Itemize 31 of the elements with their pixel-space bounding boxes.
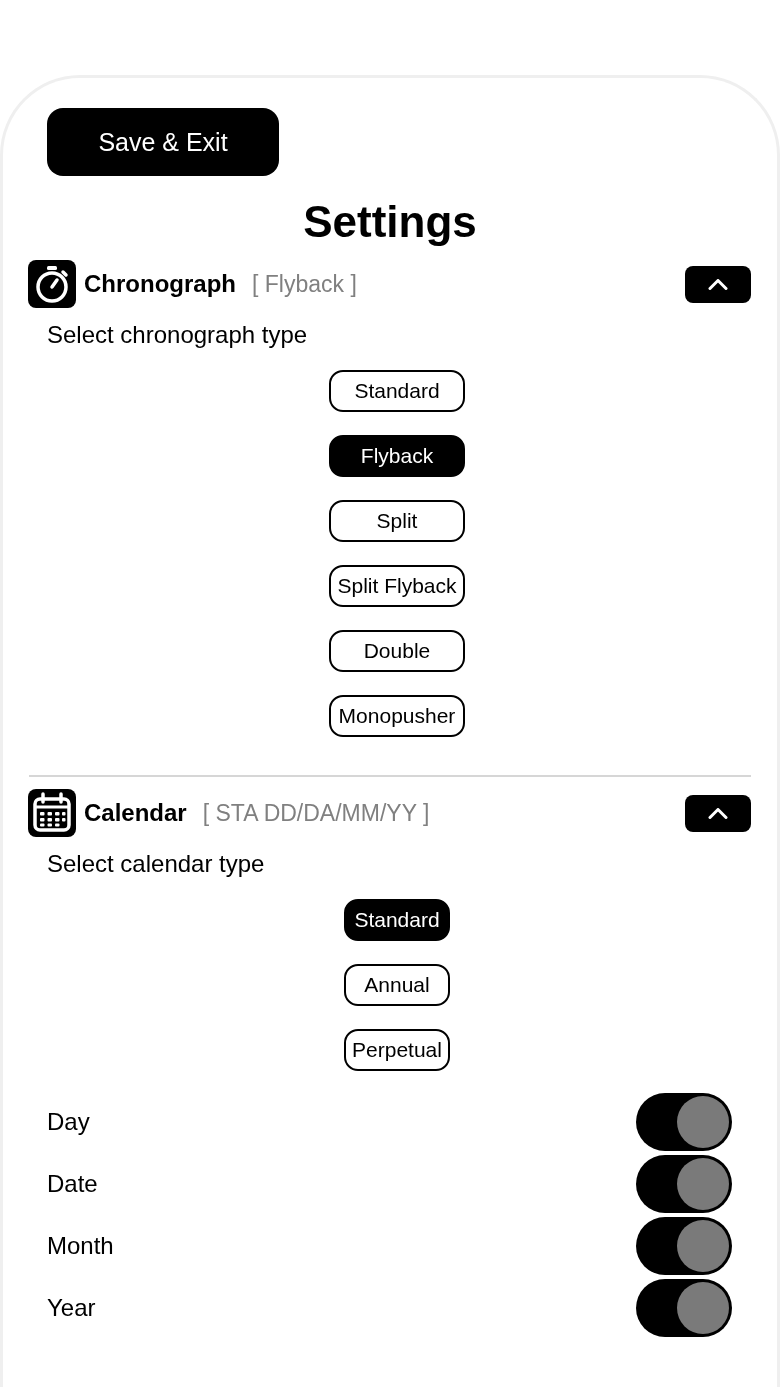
save-button[interactable]: Save & Exit — [47, 108, 279, 176]
page-title: Settings — [302, 196, 478, 248]
toggle-switch[interactable] — [636, 1279, 732, 1337]
chevron-up-icon — [708, 278, 728, 290]
option-button[interactable]: Double — [329, 630, 465, 672]
option-button[interactable]: Standard — [329, 370, 465, 412]
section-prompt: Select calendar type — [47, 849, 266, 879]
section-prompt: Select chronograph type — [47, 320, 309, 350]
toggle-label: Date — [47, 1170, 98, 1198]
chevron-up-icon — [708, 807, 728, 819]
section-summary: [ STA DD/DA/MM/YY ] — [202, 799, 430, 827]
calendar-icon — [28, 789, 76, 837]
toggle-switch[interactable] — [636, 1093, 732, 1151]
collapse-button[interactable] — [685, 794, 751, 832]
toggle-label: Month — [47, 1232, 114, 1260]
option-button[interactable]: Split — [329, 500, 465, 542]
toggle-label: Day — [47, 1108, 90, 1136]
option-button[interactable]: Monopusher — [329, 695, 465, 737]
toggle-switch[interactable] — [636, 1155, 732, 1213]
option-button[interactable]: Perpetual — [344, 1029, 450, 1071]
collapse-button[interactable] — [685, 265, 751, 303]
section-title: Calendar — [84, 799, 187, 827]
option-button[interactable]: Annual — [344, 964, 450, 1006]
section-title: Chronograph — [84, 270, 236, 298]
toggle-switch[interactable] — [636, 1217, 732, 1275]
option-button[interactable]: Flyback — [329, 435, 465, 477]
option-button[interactable]: Split Flyback — [329, 565, 465, 607]
option-button[interactable]: Standard — [344, 899, 450, 941]
stopwatch-icon — [28, 260, 76, 308]
section-summary: [ Flyback ] — [252, 270, 357, 298]
toggle-label: Year — [47, 1294, 96, 1322]
